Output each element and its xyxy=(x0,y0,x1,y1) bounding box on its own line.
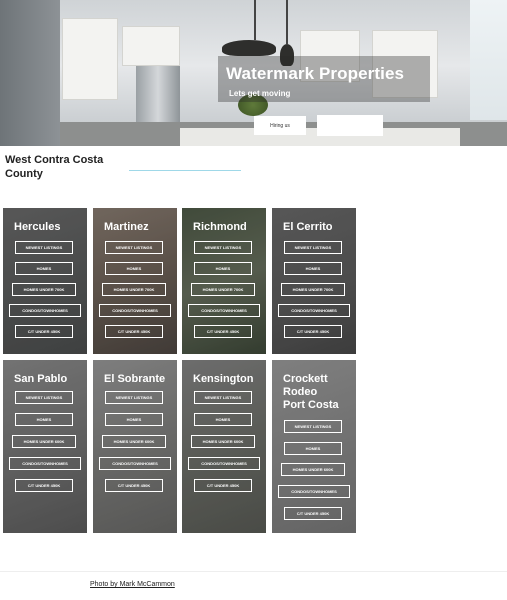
city-card-title: El Cerrito xyxy=(283,221,333,233)
hero-secondary-button[interactable] xyxy=(317,115,383,136)
city-card-link-button[interactable]: CONDOS/TOWNHOMES xyxy=(9,304,81,317)
city-card-link-button[interactable]: HOMES UNDER 700K xyxy=(281,283,345,296)
city-card: Hercules NEWEST LISTINGS HOMES HOMES UNDER … xyxy=(3,208,87,354)
city-card-title: Kensington xyxy=(193,373,254,385)
city-card-link-button[interactable]: HOMES xyxy=(105,413,163,426)
city-card-link-button[interactable]: HOMES UNDER 700K xyxy=(102,283,166,296)
city-card-title: Richmond xyxy=(193,221,247,233)
city-card-link-button[interactable]: HOMES xyxy=(194,262,252,275)
city-card-link-button[interactable]: HOMES UNDER 600K xyxy=(281,463,345,476)
city-card-link-button[interactable]: C/T UNDER 450K xyxy=(15,479,73,492)
city-card-link-button[interactable]: CONDOS/TOWNHOMES xyxy=(188,457,260,470)
hero-pendant xyxy=(286,0,288,44)
section-divider xyxy=(129,170,241,171)
city-card-link-button[interactable]: NEWEST LISTINGS xyxy=(105,391,163,404)
city-card-link-button[interactable]: NEWEST LISTINGS xyxy=(194,391,252,404)
city-card-link-button[interactable]: HOMES xyxy=(284,262,342,275)
city-card: Crockett Rodeo Port Costa NEWEST LISTINGS… xyxy=(272,360,356,533)
city-card-link-button[interactable]: HOMES xyxy=(15,262,73,275)
city-card-link-button[interactable]: NEWEST LISTINGS xyxy=(284,420,342,433)
city-card-link-button[interactable]: NEWEST LISTINGS xyxy=(284,241,342,254)
hero-banner: Watermark Properties Lets get moving Hir… xyxy=(0,0,507,146)
hero-pendant-shade xyxy=(222,40,276,56)
section-title: West Contra Costa County xyxy=(5,154,104,180)
city-card-link-button[interactable]: C/T UNDER 450K xyxy=(194,479,252,492)
city-card-link-button[interactable]: NEWEST LISTINGS xyxy=(194,241,252,254)
city-card-link-button[interactable]: CONDOS/TOWNHOMES xyxy=(278,485,350,498)
city-card: San Pablo NEWEST LISTINGS HOMES HOMES UNDER… xyxy=(3,360,87,533)
photo-credit-link[interactable]: Photo by Mark McCammon xyxy=(90,581,175,588)
hero-wall xyxy=(0,0,60,146)
city-card: El Cerrito NEWEST LISTINGS HOMES HOMES UNDE… xyxy=(272,208,356,354)
city-card-link-button[interactable]: CONDOS/TOWNHOMES xyxy=(278,304,350,317)
city-card: Martinez NEWEST LISTINGS HOMES HOMES UNDER … xyxy=(93,208,177,354)
city-card-title: San Pablo xyxy=(14,373,68,385)
hero-window xyxy=(470,0,507,120)
city-card-link-button[interactable]: CONDOS/TOWNHOMES xyxy=(188,304,260,317)
hero-cabinet xyxy=(122,26,180,66)
hero-cabinet xyxy=(62,18,118,100)
city-card-link-button[interactable]: NEWEST LISTINGS xyxy=(15,241,73,254)
city-card-link-button[interactable]: HOMES UNDER 700K xyxy=(191,283,255,296)
city-card-link-button[interactable]: C/T UNDER 450K xyxy=(284,507,342,520)
city-card-link-button[interactable]: C/T UNDER 450K xyxy=(105,325,163,338)
city-card: Kensington NEWEST LISTINGS HOMES HOMES UNDE… xyxy=(182,360,266,533)
city-card-title: El Sobrante xyxy=(104,373,166,385)
city-card-link-button[interactable]: CONDOS/TOWNHOMES xyxy=(9,457,81,470)
city-card-link-button[interactable]: HOMES xyxy=(105,262,163,275)
city-card-link-button[interactable]: C/T UNDER 450K xyxy=(105,479,163,492)
footer-divider xyxy=(0,571,507,572)
city-card-title: Martinez xyxy=(104,221,149,233)
hero-pendant xyxy=(254,0,256,40)
hiring-us-button[interactable]: Hiring us xyxy=(254,116,306,135)
city-card: El Sobrante NEWEST LISTINGS HOMES HOMES UND… xyxy=(93,360,177,533)
hero-title: Watermark Properties xyxy=(226,64,405,83)
city-card-link-button[interactable]: CONDOS/TOWNHOMES xyxy=(99,457,171,470)
city-card-link-button[interactable]: HOMES UNDER 600K xyxy=(191,435,255,448)
city-card-link-button[interactable]: NEWEST LISTINGS xyxy=(105,241,163,254)
city-card-link-button[interactable]: HOMES xyxy=(194,413,252,426)
city-card-link-button[interactable]: C/T UNDER 450K xyxy=(15,325,73,338)
city-card: Richmond NEWEST LISTINGS HOMES HOMES UNDER … xyxy=(182,208,266,354)
city-card-link-button[interactable]: NEWEST LISTINGS xyxy=(15,391,73,404)
city-card-title: Crockett Rodeo Port Costa xyxy=(283,373,339,411)
city-card-link-button[interactable]: HOMES xyxy=(284,442,342,455)
city-card-link-button[interactable]: HOMES UNDER 600K xyxy=(12,435,76,448)
city-card-title: Hercules xyxy=(14,221,61,233)
city-card-link-button[interactable]: CONDOS/TOWNHOMES xyxy=(99,304,171,317)
city-card-link-button[interactable]: C/T UNDER 450K xyxy=(284,325,342,338)
hero-subtitle: Lets get moving xyxy=(229,89,291,98)
city-card-link-button[interactable]: HOMES UNDER 700K xyxy=(12,283,76,296)
page: Watermark Properties Lets get moving Hir… xyxy=(0,0,507,600)
city-card-link-button[interactable]: C/T UNDER 450K xyxy=(194,325,252,338)
city-card-link-button[interactable]: HOMES UNDER 600K xyxy=(102,435,166,448)
city-card-link-button[interactable]: HOMES xyxy=(15,413,73,426)
